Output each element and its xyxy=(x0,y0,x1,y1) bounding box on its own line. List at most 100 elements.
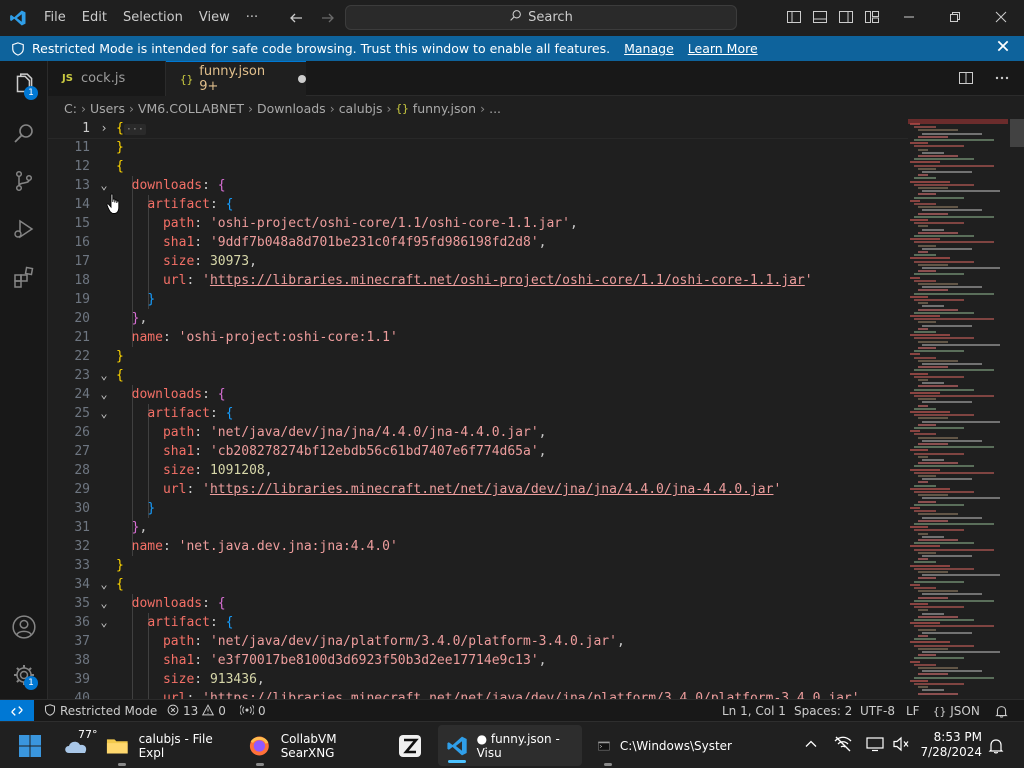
extensions-icon[interactable] xyxy=(0,253,48,301)
breadcrumb-item[interactable]: VM6.COLLABNET xyxy=(138,101,244,116)
network-icon[interactable] xyxy=(834,736,852,756)
vertical-scrollbar[interactable] xyxy=(1010,119,1024,147)
activity-bar: 1 1 xyxy=(0,61,48,699)
menu-file[interactable]: File xyxy=(36,0,74,36)
search-view-icon[interactable] xyxy=(0,109,48,157)
forward-arrow-icon[interactable] xyxy=(318,8,338,28)
minimap-line xyxy=(918,327,928,330)
language-status[interactable]: {} JSON xyxy=(933,700,980,722)
menu-selection[interactable]: Selection xyxy=(115,0,191,36)
indentation-status[interactable]: Spaces: 2 xyxy=(794,700,852,722)
notifications-bell-icon[interactable] xyxy=(995,700,1008,722)
learn-more-link[interactable]: Learn More xyxy=(688,41,758,56)
menu-edit[interactable]: Edit xyxy=(74,0,115,36)
tab-funny-json[interactable]: {} funny.json 9+ xyxy=(166,61,306,96)
minimap-line xyxy=(914,529,964,532)
code-line: 24 ⌄ downloads: { xyxy=(74,385,226,404)
breadcrumb-item[interactable]: ... xyxy=(489,101,501,116)
minimap-line xyxy=(910,411,950,413)
eol-status[interactable]: LF xyxy=(906,700,920,722)
customize-layout-icon[interactable] xyxy=(863,8,881,26)
chevron-up-icon[interactable] xyxy=(804,737,818,755)
url-link[interactable]: https://libraries.minecraft.net/net/java… xyxy=(210,482,774,497)
minimap-line xyxy=(914,164,994,167)
weather-widget[interactable]: 77° xyxy=(62,722,102,768)
minimap-line xyxy=(914,254,936,257)
minimize-icon[interactable] xyxy=(886,0,932,34)
minimap-line xyxy=(914,203,936,205)
minimap-line xyxy=(922,535,944,538)
explorer-icon[interactable]: 1 xyxy=(0,61,48,109)
taskbar-firefox[interactable]: CollabVM SearXNG xyxy=(248,722,388,768)
status-bar: Restricted Mode 13 0 0 Ln 1, Col 1 Space… xyxy=(0,699,1024,722)
notification-center-icon[interactable] xyxy=(988,722,1004,768)
chevron-down-icon[interactable]: ⌄ xyxy=(97,613,111,632)
taskbar-zed[interactable] xyxy=(398,722,430,768)
restricted-mode-status[interactable]: Restricted Mode xyxy=(44,700,157,722)
code-line: 38 sha1: 'e3f70017be8100d3d6923f50b3d2ee… xyxy=(74,653,547,668)
problems-status[interactable]: 13 0 xyxy=(167,700,226,722)
chevron-down-icon[interactable]: ⌄ xyxy=(97,575,111,594)
minimap-slider[interactable] xyxy=(908,119,1008,124)
chevron-down-icon[interactable]: ⌄ xyxy=(97,366,111,385)
minimap-line xyxy=(914,311,974,314)
close-window-icon[interactable] xyxy=(978,0,1024,34)
chevron-right-icon[interactable]: › xyxy=(97,119,111,138)
minimap-line xyxy=(922,439,982,442)
minimap-line xyxy=(914,503,964,506)
folded-ellipsis[interactable]: ··· xyxy=(123,124,146,135)
run-debug-icon[interactable] xyxy=(0,205,48,253)
minimap[interactable] xyxy=(908,119,1008,699)
system-clock[interactable]: 8:53 PM 7/28/2024 xyxy=(920,730,982,760)
toggle-secondary-sidebar-icon[interactable] xyxy=(837,8,855,26)
toggle-panel-icon[interactable] xyxy=(811,8,829,26)
more-actions-icon[interactable] xyxy=(994,70,1010,90)
code-editor[interactable]: 1 ›{··· 11} 12{ 13 ⌄ downloads: { 14 artif… xyxy=(48,119,908,699)
minimap-line xyxy=(914,158,974,161)
taskbar-cmd[interactable]: C:\Windows\Syster xyxy=(592,722,732,768)
volume-muted-icon[interactable] xyxy=(892,736,910,756)
manage-gear-icon[interactable]: 1 xyxy=(0,651,48,699)
minimap-line xyxy=(910,622,940,625)
minimap-line xyxy=(918,359,958,362)
minimap-line xyxy=(922,612,944,615)
split-editor-icon[interactable] xyxy=(958,70,974,90)
source-control-icon[interactable] xyxy=(0,157,48,205)
taskbar-file-explorer[interactable]: calubjs - File Expl xyxy=(106,722,236,768)
manage-link[interactable]: Manage xyxy=(624,41,674,56)
settings-badge: 1 xyxy=(24,676,38,690)
breadcrumb-item[interactable]: funny.json xyxy=(413,101,476,116)
encoding-status[interactable]: UTF-8 xyxy=(860,700,895,722)
url-link[interactable]: https://libraries.minecraft.net/net/java… xyxy=(210,691,852,699)
minimap-line xyxy=(922,286,982,289)
breadcrumb-item[interactable]: Downloads xyxy=(257,101,326,116)
menu-more[interactable]: ··· xyxy=(238,0,266,36)
menu-view[interactable]: View xyxy=(191,0,238,36)
tab-cock-js[interactable]: JS cock.js xyxy=(48,61,166,96)
chevron-down-icon[interactable]: ⌄ xyxy=(97,594,111,613)
minimap-line xyxy=(918,231,958,234)
taskbar-vscode[interactable]: ● funny.json - Visu xyxy=(438,725,582,766)
toggle-primary-sidebar-icon[interactable] xyxy=(785,8,803,26)
breadcrumb-item[interactable]: Users xyxy=(90,101,125,116)
breadcrumb-item[interactable]: calubjs xyxy=(339,101,383,116)
minimap-line xyxy=(914,676,994,679)
cursor-position-status[interactable]: Ln 1, Col 1 xyxy=(722,700,786,722)
remote-indicator-icon[interactable] xyxy=(0,700,34,722)
code-line: 21 name: 'oshi-project:oshi-core:1.1' xyxy=(74,330,398,345)
close-banner-icon[interactable] xyxy=(996,39,1010,56)
minimap-line xyxy=(910,142,928,145)
code-line: 14 artifact: { xyxy=(74,197,234,212)
windows-start-icon[interactable] xyxy=(18,722,46,768)
breadcrumb-item[interactable]: C: xyxy=(64,101,77,116)
ports-status[interactable]: 0 xyxy=(239,700,266,722)
accounts-icon[interactable] xyxy=(0,603,48,651)
back-arrow-icon[interactable] xyxy=(286,8,306,28)
chevron-down-icon[interactable]: ⌄ xyxy=(97,385,111,404)
restore-icon[interactable] xyxy=(932,0,978,34)
command-center-search[interactable]: Search xyxy=(345,5,737,30)
unsaved-dot-icon[interactable] xyxy=(298,75,306,83)
url-link[interactable]: https://libraries.minecraft.net/oshi-pro… xyxy=(210,273,805,288)
chevron-down-icon[interactable]: ⌄ xyxy=(97,404,111,423)
display-icon[interactable] xyxy=(866,736,884,756)
